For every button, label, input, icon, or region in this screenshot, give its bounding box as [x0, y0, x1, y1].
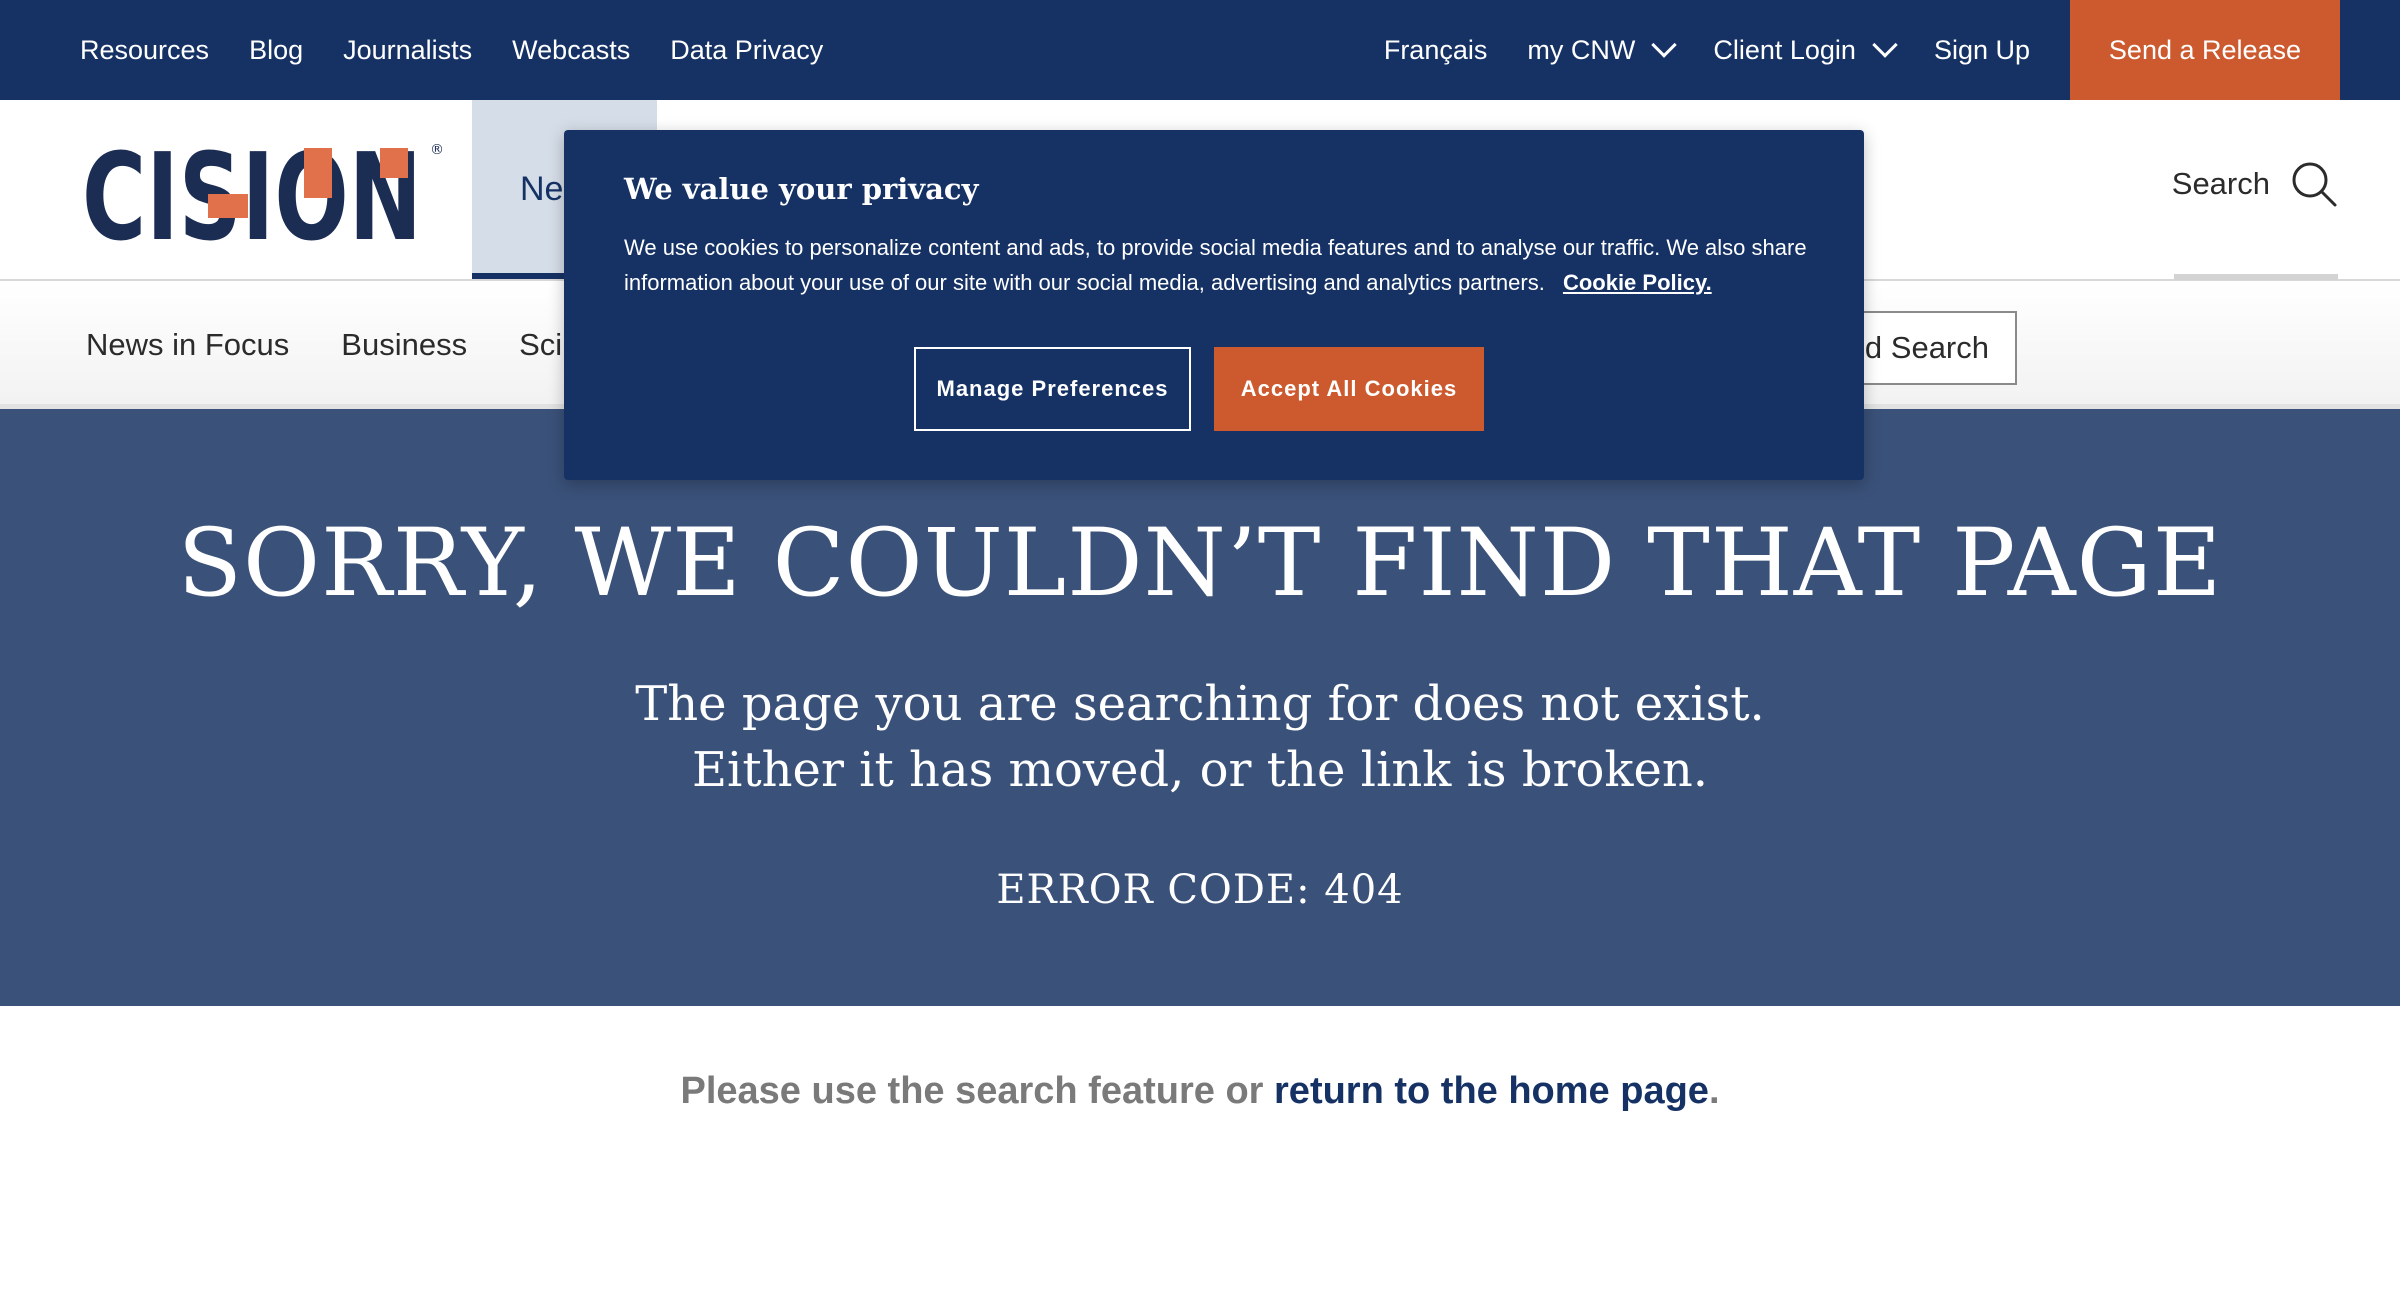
client-login-dropdown[interactable]: Client Login — [1713, 32, 1898, 66]
resources-link[interactable]: Resources — [80, 35, 209, 66]
error-message-line-2: Either it has moved, or the link is brok… — [691, 742, 1709, 798]
home-page-link[interactable]: return to the home page — [1274, 1070, 1709, 1112]
sign-up-link[interactable]: Sign Up — [1934, 35, 2030, 66]
accept-all-cookies-button[interactable]: Accept All Cookies — [1214, 347, 1484, 431]
journalists-link[interactable]: Journalists — [343, 35, 472, 66]
cookie-consent-dialog: We value your privacy We use cookies to … — [564, 130, 1864, 480]
manage-preferences-button[interactable]: Manage Preferences — [914, 347, 1191, 431]
utility-links: Resources Blog Journalists Webcasts Data… — [80, 0, 863, 100]
data-privacy-link[interactable]: Data Privacy — [670, 35, 823, 66]
search-label: Search — [2171, 166, 2270, 201]
chevron-down-icon — [1872, 32, 1898, 58]
help-note: Please use the search feature or return … — [0, 1070, 2400, 1113]
error-code: ERROR CODE: 404 — [996, 867, 1404, 913]
header-search-button[interactable]: Search — [2172, 160, 2338, 208]
search-underline — [2174, 274, 2338, 280]
nav-business[interactable]: Business — [341, 327, 467, 363]
tab-news-label: Ne — [520, 170, 564, 208]
webcasts-link[interactable]: Webcasts — [512, 35, 630, 66]
client-login-label: Client Login — [1713, 34, 1856, 65]
nav-news-in-focus[interactable]: News in Focus — [86, 327, 289, 363]
error-hero: SORRY, WE COULDN’T FIND THAT PAGE The pa… — [0, 409, 2400, 1006]
top-utility-bar: Resources Blog Journalists Webcasts Data… — [0, 0, 2400, 100]
cookie-body: We use cookies to personalize content an… — [624, 230, 1814, 300]
chevron-down-icon — [1651, 32, 1678, 58]
account-links: Français my CNW Client Login Sign Up Sen… — [1384, 0, 2400, 100]
help-note-prefix: Please use the search feature or — [680, 1070, 1264, 1112]
cision-logo[interactable]: CISION ® — [86, 136, 446, 246]
error-message-line-1: The page you are searching for does not … — [635, 676, 1765, 732]
logo-text: CISION — [86, 136, 422, 246]
my-cnw-dropdown[interactable]: my CNW — [1527, 32, 1678, 66]
help-note-suffix: . — [1708, 1070, 1720, 1112]
error-title: SORRY, WE COULDN’T FIND THAT PAGE — [177, 509, 2223, 618]
blog-link[interactable]: Blog — [249, 35, 303, 66]
nav-science[interactable]: Sci — [519, 327, 562, 363]
cookie-title: We value your privacy — [624, 172, 979, 206]
language-link[interactable]: Français — [1384, 35, 1488, 66]
cookie-policy-link[interactable]: Cookie Policy. — [1563, 270, 1712, 295]
error-message: The page you are searching for does not … — [0, 671, 2400, 803]
my-cnw-label: my CNW — [1527, 34, 1636, 65]
send-release-button[interactable]: Send a Release — [2070, 0, 2340, 100]
search-icon — [2290, 160, 2338, 208]
registered-mark: ® — [430, 142, 444, 158]
